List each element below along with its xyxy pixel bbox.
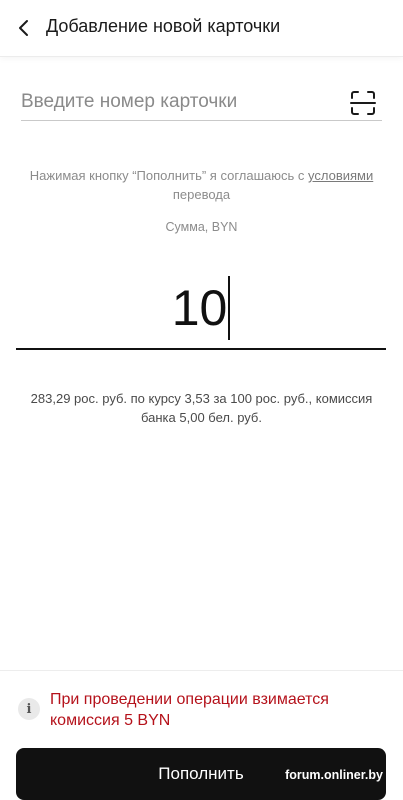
amount-label: Сумма, BYN xyxy=(165,220,238,234)
app-header: Добавление новой карточки xyxy=(0,0,403,56)
terms-prefix: Нажимая кнопку “Пополнить” я соглашаюсь … xyxy=(29,168,309,183)
text-cursor xyxy=(228,275,231,340)
conversion-info: 283,29 рос. руб. по курсу 3,53 за 100 ро… xyxy=(30,391,373,425)
info-icon: i xyxy=(18,698,40,720)
submit-label: Пополнить xyxy=(158,764,244,783)
card-number-field xyxy=(21,84,382,121)
commission-warning: При проведении операции взимается комисс… xyxy=(50,691,329,729)
watermark: forum.onliner.by xyxy=(285,768,383,782)
terms-suffix: перевода xyxy=(172,187,231,202)
scan-frame-icon xyxy=(350,91,376,115)
scan-card-button[interactable] xyxy=(350,90,376,116)
page-title: Добавление новой карточки xyxy=(46,16,281,36)
card-number-input[interactable] xyxy=(21,88,331,116)
chevron-left-icon xyxy=(19,20,28,36)
terms-link[interactable]: условиями xyxy=(308,168,373,183)
back-button[interactable] xyxy=(10,14,38,42)
terms-notice: Нажимая кнопку “Пополнить” я соглашаюсь … xyxy=(16,166,387,204)
amount-input[interactable]: 10 xyxy=(16,270,386,350)
divider xyxy=(0,670,403,671)
amount-value: 10 xyxy=(171,280,228,336)
